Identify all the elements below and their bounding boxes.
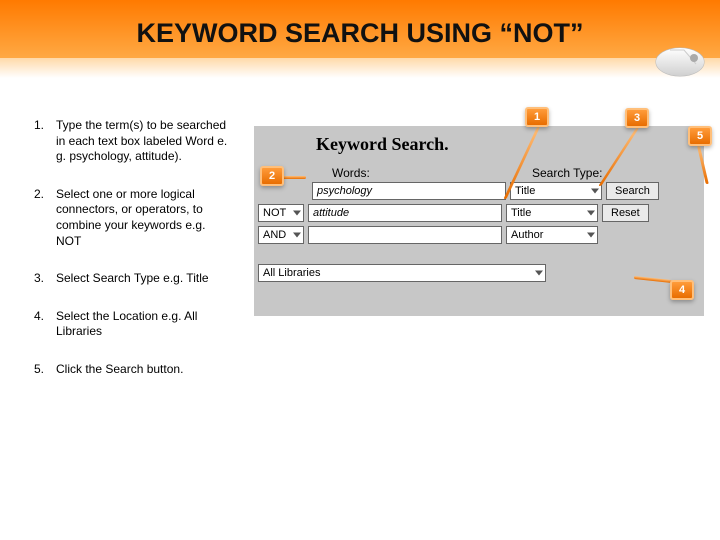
instructions-list: 1.Type the term(s) to be searched in eac… (34, 118, 230, 400)
search-type-select[interactable]: Title (506, 204, 598, 222)
mouse-icon (650, 40, 710, 80)
location-row: All Libraries (258, 264, 546, 282)
callout-2: 2 (260, 166, 284, 186)
search-type-select[interactable]: Author (506, 226, 598, 244)
location-select[interactable]: All Libraries (258, 264, 546, 282)
search-button[interactable]: Search (606, 182, 659, 200)
connector-select[interactable]: NOT (258, 204, 304, 222)
words-label: Words: (332, 166, 370, 180)
reset-button[interactable]: Reset (602, 204, 649, 222)
search-type-label: Search Type: (532, 166, 603, 180)
instruction-item: 5.Click the Search button. (34, 362, 230, 378)
instruction-item: 4.Select the Location e.g. All Libraries (34, 309, 230, 340)
callout-connector (282, 176, 306, 179)
search-row: AND Author (258, 226, 598, 244)
connector-select[interactable]: AND (258, 226, 304, 244)
page-title: KEYWORD SEARCH USING “NOT” (0, 18, 720, 49)
panel-heading: Keyword Search. (316, 134, 449, 155)
callout-1: 1 (525, 107, 549, 127)
callout-3: 3 (625, 108, 649, 128)
callout-5: 5 (688, 126, 712, 146)
callout-4: 4 (670, 280, 694, 300)
instruction-item: 1.Type the term(s) to be searched in eac… (34, 118, 230, 165)
instruction-item: 3.Select Search Type e.g. Title (34, 271, 230, 287)
search-type-select[interactable]: Title (510, 182, 602, 200)
search-row: NOT attitude Title Reset (258, 204, 649, 222)
word-input[interactable]: psychology (312, 182, 506, 200)
word-input[interactable]: attitude (308, 204, 502, 222)
instruction-item: 2.Select one or more logical connectors,… (34, 187, 230, 249)
keyword-search-panel: Keyword Search. Words: Search Type: psyc… (254, 126, 704, 316)
word-input[interactable] (308, 226, 502, 244)
